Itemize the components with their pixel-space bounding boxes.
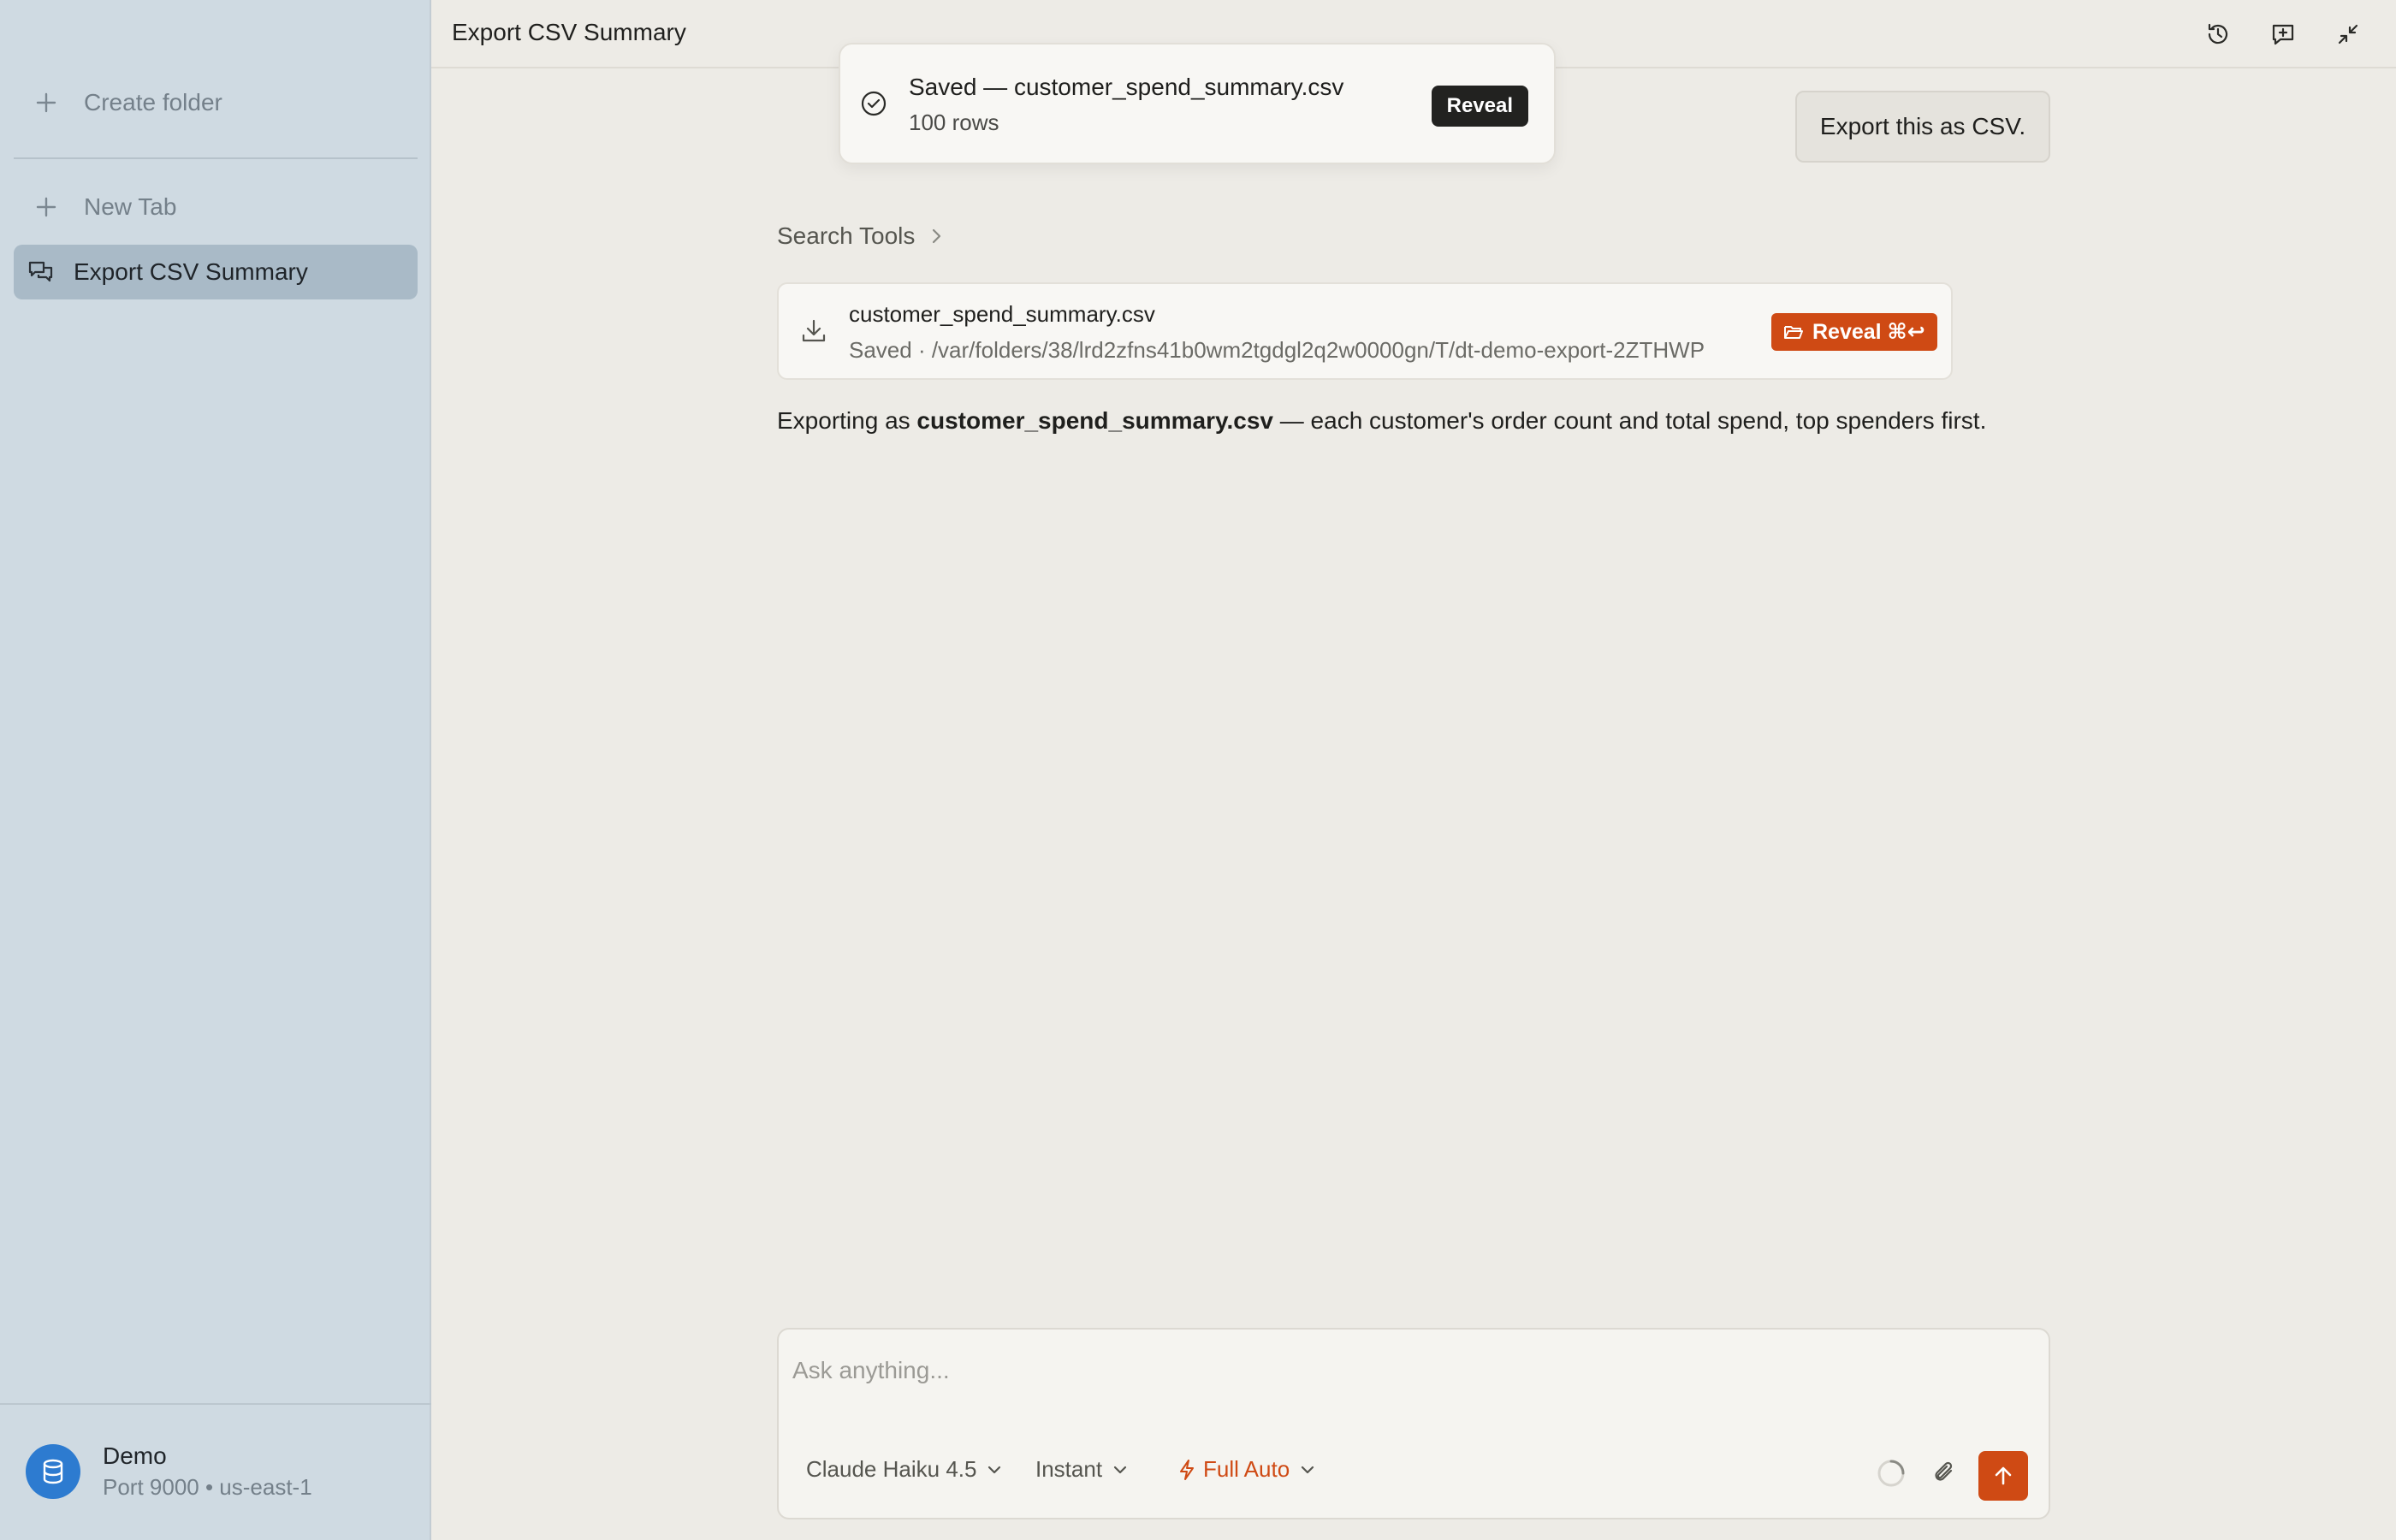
sidebar-item-export-csv-summary[interactable]: Export CSV Summary [14,245,418,299]
assistant-text-prefix: Exporting as [777,407,917,434]
assistant-text-suffix: — each customer's order count and total … [1273,407,1987,434]
toast-row-count: 100 rows [909,110,999,135]
chat-bubbles-icon [26,257,56,287]
check-circle-icon [859,89,888,118]
chevron-down-icon [1102,1460,1130,1479]
saved-toast: Saved — customer_spend_summary.csv 100 r… [839,43,1556,164]
file-reveal-label: Reveal ⌘↩ [1812,320,1925,344]
chevron-down-icon [1290,1460,1317,1479]
chevron-right-icon [915,226,944,246]
new-chat-icon[interactable] [2264,15,2302,53]
send-button[interactable] [1978,1451,2028,1501]
chevron-down-icon [976,1460,1004,1479]
sidebar-item-label: Export CSV Summary [74,258,308,285]
mode-label: Full Auto [1203,1456,1290,1482]
sidebar: Create folder New Tab Export CSV Summary… [0,0,431,1540]
sidebar-footer-divider [0,1403,431,1405]
mode-selector[interactable]: Full Auto [1169,1456,1317,1483]
arrow-up-icon [1995,1466,2012,1485]
new-tab-label: New Tab [84,193,177,220]
model-label: Claude Haiku 4.5 [806,1456,977,1482]
profile-detail: Port 9000 • us-east-1 [103,1474,312,1500]
history-icon[interactable] [2199,15,2237,53]
assistant-filename: customer_spend_summary.csv [916,407,1273,434]
toast-reveal-button[interactable]: Reveal [1431,86,1528,127]
file-reveal-button[interactable]: Reveal ⌘↩ [1771,313,1937,351]
export-file-card: customer_spend_summary.csv Saved · /var/… [777,282,1953,380]
toast-title: Saved — customer_spend_summary.csv [909,74,1344,100]
database-icon [26,1444,80,1499]
plus-icon [31,87,62,118]
loading-spinner-icon [1876,1458,1907,1489]
create-folder-label: Create folder [84,89,222,116]
composer: Claude Haiku 4.5 Instant Full Auto [777,1328,2050,1519]
chat-input[interactable] [792,1345,2025,1396]
speed-label: Instant [1035,1456,1103,1482]
speed-selector[interactable]: Instant [1035,1456,1130,1483]
search-tools-toggle[interactable]: Search Tools [777,222,944,250]
sidebar-divider [14,157,418,159]
profile-name: Demo [103,1442,167,1469]
new-tab-button[interactable]: New Tab [14,180,418,234]
connection-profile[interactable]: Demo Port 9000 • us-east-1 [26,1441,312,1502]
model-selector[interactable]: Claude Haiku 4.5 [806,1456,1004,1483]
plus-icon [31,192,62,222]
file-name: customer_spend_summary.csv [849,301,1155,327]
page-title: Export CSV Summary [452,19,686,45]
profile-text: Demo Port 9000 • us-east-1 [103,1441,312,1502]
assistant-message: Exporting as customer_spend_summary.csv … [777,407,1986,435]
create-folder-button[interactable]: Create folder [14,75,418,130]
paperclip-icon[interactable] [1930,1458,1958,1487]
download-icon [799,317,828,346]
collapse-icon[interactable] [2329,15,2367,53]
lightning-icon [1169,1459,1196,1481]
user-message: Export this as CSV. [1795,91,2050,163]
search-tools-label: Search Tools [777,222,916,249]
file-path: Saved · /var/folders/38/lrd2zfns41b0wm2t… [849,337,1705,363]
folder-open-icon [1784,326,1803,339]
